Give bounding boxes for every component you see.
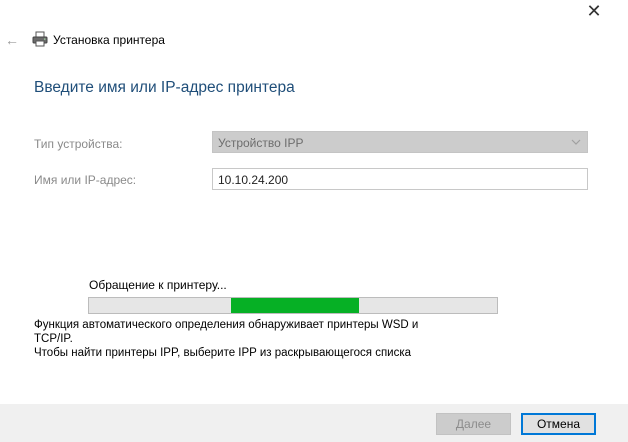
window-title: Установка принтера (53, 33, 165, 47)
next-button[interactable]: Далее (436, 413, 511, 435)
page-heading: Введите имя или IP-адрес принтера (34, 79, 295, 96)
info-line-3: Чтобы найти принтеры IPP, выберите IPP и… (34, 347, 412, 359)
info-line-2: TCP/IP. (34, 333, 73, 345)
close-button[interactable]: ✕ (578, 0, 610, 22)
device-type-label: Тип устройства: (34, 137, 123, 151)
device-type-select[interactable]: Устройство IPP (212, 131, 588, 153)
close-icon: ✕ (586, 0, 602, 21)
printer-icon (32, 31, 48, 47)
cancel-button[interactable]: Отмена (521, 413, 596, 435)
chevron-down-icon (571, 139, 581, 145)
address-label: Имя или IP-адрес: (34, 173, 137, 187)
back-button[interactable]: ← (3, 31, 21, 49)
device-type-value: Устройство IPP (218, 136, 304, 150)
info-line-1: Функция автоматического определения обна… (34, 319, 419, 331)
address-input[interactable]: 10.10.24.200 (212, 168, 588, 190)
progress-bar (88, 297, 498, 314)
back-arrow-icon: ← (5, 32, 19, 48)
progress-status: Обращение к принтеру... (89, 278, 227, 292)
progress-fill (231, 298, 359, 313)
address-value: 10.10.24.200 (218, 173, 289, 187)
